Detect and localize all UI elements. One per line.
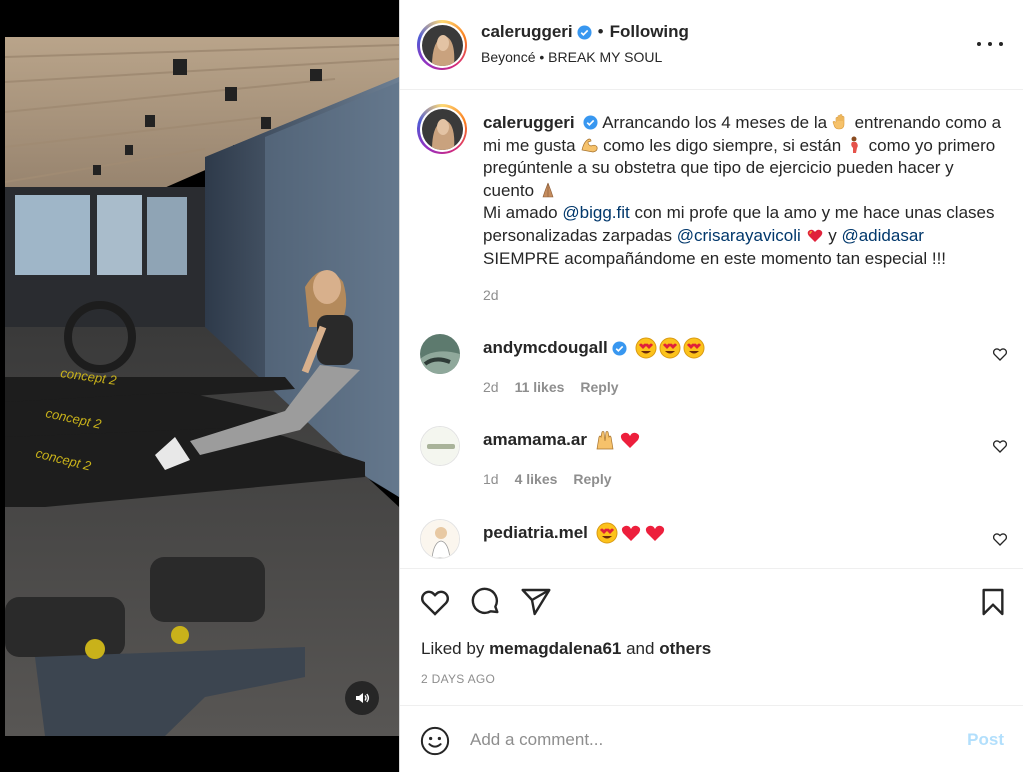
- caption-username[interactable]: caleruggeri: [483, 113, 575, 132]
- avatar-photo: [421, 108, 463, 150]
- author-username[interactable]: caleruggeri: [481, 22, 573, 42]
- comment-composer: Post: [400, 705, 1023, 772]
- audio-separator: •: [539, 49, 545, 65]
- liked-by-prefix: Liked by: [421, 639, 485, 658]
- caption-segment: Arrancando los 4 meses de la: [602, 113, 828, 132]
- mention-link-crisarayavicoli[interactable]: @crisarayavicoli: [677, 226, 801, 245]
- commenter-username[interactable]: pediatria.mel: [483, 523, 588, 543]
- more-options-icon[interactable]: [977, 34, 1003, 54]
- post-detail-panel: caleruggeri • Following Beyoncé • BREAK …: [399, 0, 1023, 772]
- media-panel: concept 2 concept 2 concept 2: [0, 0, 399, 772]
- commenter-avatar[interactable]: [420, 334, 460, 374]
- mention-link-adidasar[interactable]: @adidasar: [841, 226, 923, 245]
- divider: [400, 568, 1023, 569]
- speaker-icon: [356, 693, 370, 703]
- comment-likes-count[interactable]: 4 likes: [515, 471, 558, 487]
- verified-badge-icon: [612, 340, 627, 356]
- post-comment-button[interactable]: Post: [967, 730, 1004, 750]
- commenter-username[interactable]: amamama.ar: [483, 430, 587, 450]
- following-button[interactable]: Following: [610, 22, 689, 42]
- avatar-photo: [421, 427, 459, 465]
- post-date[interactable]: 2 DAYS AGO: [421, 672, 495, 686]
- liked-by-user-link[interactable]: memagdalena61: [489, 639, 621, 658]
- gym-video-frame: concept 2 concept 2 concept 2: [5, 37, 399, 736]
- caption-body: caleruggeri Arrancando los 4 meses de la…: [483, 112, 1003, 270]
- comment-bubble-icon[interactable]: [470, 586, 502, 618]
- heart-on-fire-emoji-icon: [807, 229, 822, 242]
- verified-badge-icon: [583, 115, 598, 130]
- verified-badge-icon: [577, 24, 592, 40]
- audio-attribution[interactable]: Beyoncé • BREAK MY SOUL: [481, 49, 662, 65]
- separator-dot: •: [597, 22, 604, 41]
- reply-button[interactable]: Reply: [573, 471, 611, 487]
- avatar-photo: [420, 334, 460, 374]
- reply-button[interactable]: Reply: [580, 379, 618, 395]
- mention-link-bigg-fit[interactable]: @bigg.fit: [562, 203, 629, 222]
- liked-by-others-link[interactable]: others: [659, 639, 711, 658]
- flexed-biceps-emoji-icon: [581, 138, 598, 152]
- audio-toggle-button[interactable]: [345, 681, 379, 715]
- liked-by-conjunction: and: [626, 639, 655, 658]
- avatar-photo: [421, 24, 463, 66]
- comment-likes-count[interactable]: 11 likes: [515, 379, 565, 395]
- post-header: caleruggeri • Following Beyoncé • BREAK …: [400, 0, 1023, 90]
- caption-segment: SIEMPRE acompañándome en este momento ta…: [483, 248, 947, 268]
- add-comment-input[interactable]: [470, 724, 940, 756]
- commenter-avatar[interactable]: [420, 519, 460, 559]
- caption-segment: y: [828, 225, 837, 245]
- avatar-photo: [421, 520, 459, 558]
- liked-by-summary: Liked by memagdalena61 and others: [421, 639, 711, 659]
- caption-segment: como les digo siempre, si están: [603, 135, 842, 155]
- pregnant-woman-emoji-icon: [851, 136, 858, 153]
- caption-segment: Mi amado: [483, 203, 558, 223]
- author-avatar[interactable]: [417, 20, 467, 70]
- heart-eyes-emoji-icon: [659, 337, 681, 359]
- audio-track[interactable]: BREAK MY SOUL: [548, 49, 662, 65]
- raising-hands-emoji-icon: [596, 431, 614, 450]
- comment-timestamp[interactable]: 2d: [483, 379, 499, 395]
- heart-eyes-emoji-icon: [635, 337, 657, 359]
- comment-heart-icon[interactable]: [992, 438, 1008, 454]
- red-heart-emoji-icon: [645, 525, 664, 541]
- comment-heart-icon[interactable]: [992, 346, 1008, 362]
- share-paper-plane-icon[interactable]: [520, 586, 552, 618]
- emoji-picker-icon[interactable]: [420, 726, 450, 756]
- audio-artist[interactable]: Beyoncé: [481, 49, 535, 65]
- like-heart-icon[interactable]: [419, 586, 451, 618]
- comment-heart-icon[interactable]: [992, 531, 1008, 547]
- comment-timestamp[interactable]: 1d: [483, 471, 499, 487]
- post-video[interactable]: concept 2 concept 2 concept 2: [5, 37, 399, 736]
- red-heart-emoji-icon: [620, 432, 640, 448]
- raised-hand-emoji-icon: [832, 114, 845, 130]
- bookmark-save-icon[interactable]: [977, 586, 1009, 618]
- red-heart-emoji-icon: [621, 525, 640, 541]
- commenter-username[interactable]: andymcdougall: [483, 338, 608, 358]
- caption-timestamp[interactable]: 2d: [483, 287, 499, 303]
- heart-eyes-emoji-icon: [596, 522, 618, 544]
- caption-author-avatar[interactable]: [417, 104, 467, 154]
- commenter-avatar[interactable]: [420, 426, 460, 466]
- folded-hands-emoji-icon: [542, 182, 554, 198]
- heart-eyes-emoji-icon: [683, 337, 705, 359]
